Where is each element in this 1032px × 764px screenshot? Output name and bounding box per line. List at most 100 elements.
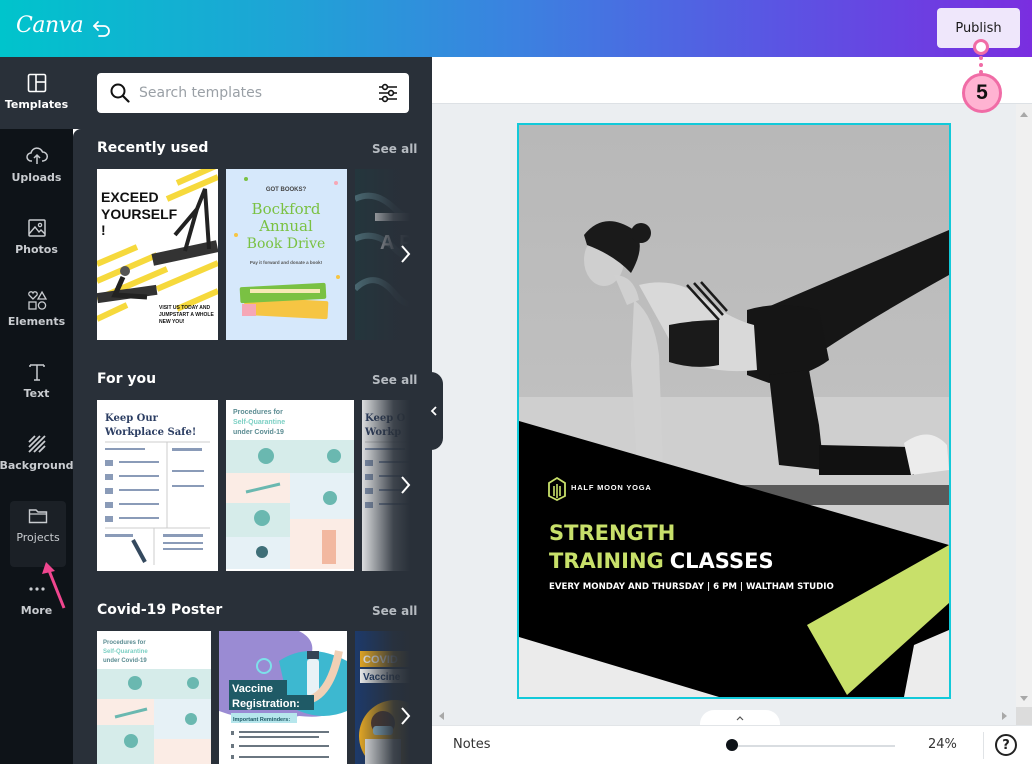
shapes-icon [27,290,47,310]
svg-text:Book Drive: Book Drive [247,236,326,252]
template-preview-vaccine-registration: Vaccine Registration: Important Reminder… [219,631,347,759]
zoom-percentage[interactable]: 24% [928,737,957,752]
rail-label: Background [0,459,74,472]
help-icon: ? [1002,737,1010,753]
footer-divider [983,732,984,759]
zoom-slider-track[interactable] [732,745,895,747]
rail-label: Photos [15,243,58,256]
annotation-pointer-dot [973,39,989,55]
svg-text:under Covid-19: under Covid-19 [103,658,147,664]
rail-label: Projects [16,531,60,544]
see-all-recently-used[interactable]: See all [372,142,417,156]
design-artwork: HALF MOON YOGA STRENGTH TRAINING CLASSES … [519,125,949,697]
search-templates-field[interactable] [97,73,409,113]
svg-text:Vaccine: Vaccine [232,683,273,695]
svg-text:NEW YOU!: NEW YOU! [159,319,185,325]
rail-item-photos[interactable]: Photos [0,217,73,283]
search-icon [110,83,130,103]
template-preview-self-quarantine: Procedures for Self-Quarantine under Cov… [226,409,354,569]
svg-text:EXCEED: EXCEED [101,189,159,205]
svg-text:Procedures for: Procedures for [233,409,283,416]
rail-item-text[interactable]: Text [0,361,73,427]
scroll-arrows-icon [1020,112,1028,701]
annotation-connector [979,56,983,74]
schedule-text: EVERY MONDAY AND THURSDAY | 6 PM | WALTH… [549,582,834,592]
editor-footer: Notes 24% ? [432,725,1032,764]
see-all-covid-19-poster[interactable]: See all [372,604,417,618]
carousel-next-icon[interactable] [396,472,414,498]
collapse-panel-button[interactable] [425,372,443,450]
svg-text:Important Reminders:: Important Reminders: [233,717,290,723]
template-thumbnail[interactable]: Keep Our Workplace Safe! [97,400,218,571]
rail-label: Templates [4,98,69,111]
svg-text:Keep Our: Keep Our [105,413,159,424]
svg-text:!: ! [101,222,106,238]
filter-sliders-icon[interactable] [377,82,399,104]
svg-text:Procedures for: Procedures for [103,640,146,646]
brand-name: HALF MOON YOGA [571,483,652,492]
search-input[interactable] [139,81,369,105]
svg-text:Self-Quarantine: Self-Quarantine [233,419,285,426]
canva-logo[interactable]: Canva [16,13,84,38]
svg-text:Workplace Safe!: Workplace Safe! [104,427,196,438]
headline-accent-word: TRAINING [549,549,664,573]
carousel-fade [355,631,410,764]
design-page[interactable]: HALF MOON YOGA STRENGTH TRAINING CLASSES … [517,123,951,699]
undo-icon[interactable] [90,16,114,40]
chevron-left-icon [430,406,437,416]
headline-line-1: STRENGTH [549,521,675,545]
templates-icon [27,73,46,93]
svg-text:JUMPSTART A WHOLE: JUMPSTART A WHOLE [159,312,214,318]
template-preview-self-quarantine: Procedures for Self-Quarantine under Cov… [97,640,211,764]
chevron-up-icon [736,716,744,721]
template-thumbnail[interactable]: Procedures for Self-Quarantine under Cov… [226,400,354,571]
section-title-for-you: For you [97,371,157,387]
svg-text:Bockford: Bockford [252,200,321,218]
rail-label: Elements [7,315,66,328]
section-title-recently-used: Recently used [97,140,209,156]
section-title-covid-19-poster: Covid-19 Poster [97,602,223,618]
upload-cloud-icon [25,147,48,164]
rail-item-uploads[interactable]: Uploads [0,145,73,211]
editor-header-strip [432,57,1032,104]
rail-item-background[interactable]: Background [0,433,74,499]
see-all-for-you[interactable]: See all [372,373,417,387]
template-preview-exceed-yourself: EXCEED YOURSELF ! VISIT US TODAY AND JUM… [97,169,218,325]
photo-icon [27,219,46,237]
svg-text:VISIT US TODAY AND: VISIT US TODAY AND [159,305,211,311]
scrollbar-corner [1016,707,1032,725]
svg-text:Self-Quarantine: Self-Quarantine [103,649,148,655]
zoom-slider-handle[interactable] [726,739,738,751]
template-thumbnail[interactable]: GOT BOOKS? Bockford Annual Book Drive Pa… [226,169,347,340]
template-thumbnail[interactable]: Procedures for Self-Quarantine under Cov… [97,631,211,764]
rail-item-elements[interactable]: Elements [0,289,73,355]
headline-line-2: TRAINING CLASSES [549,549,774,573]
annotation-arrow-icon [42,562,66,609]
rail-item-projects[interactable]: Projects [10,501,66,567]
annotation-step-badge: 5 [962,73,1002,113]
expand-pages-button[interactable] [700,710,780,726]
svg-text:Pay it forward and donate a bo: Pay it forward and donate a book! [250,260,323,265]
rail-label: Text [23,387,50,400]
svg-text:Registration:: Registration: [232,698,300,710]
carousel-next-icon[interactable] [396,703,414,729]
template-thumbnail[interactable]: Vaccine Registration: Important Reminder… [219,631,347,764]
template-thumbnail[interactable]: EXCEED YOURSELF ! VISIT US TODAY AND JUM… [97,169,218,340]
carousel-next-icon[interactable] [396,241,414,267]
help-button[interactable]: ? [995,734,1017,756]
vertical-scrollbar[interactable] [1016,104,1032,707]
rail-label: Uploads [11,171,62,184]
svg-text:under Covid-19: under Covid-19 [233,429,284,436]
folder-icon [28,509,48,524]
svg-text:YOURSELF: YOURSELF [101,206,178,222]
svg-text:GOT BOOKS?: GOT BOOKS? [266,187,307,193]
template-preview-book-drive: GOT BOOKS? Bockford Annual Book Drive Pa… [234,177,340,320]
text-icon [28,364,45,381]
rail-item-templates[interactable]: Templates [0,72,73,138]
headline-rest: CLASSES [670,549,774,573]
hatch-icon [27,435,46,453]
svg-text:Annual: Annual [258,217,313,235]
template-preview-workplace-safe: Keep Our Workplace Safe! [104,413,210,565]
notes-button[interactable]: Notes [453,737,491,752]
top-bar: Canva Publish [0,0,1032,57]
